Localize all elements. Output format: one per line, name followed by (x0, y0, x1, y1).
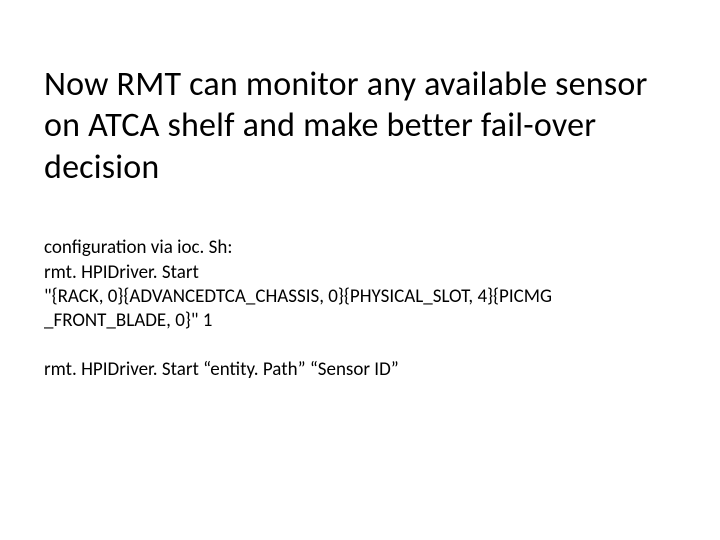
config-cmd1-line2: "{RACK, 0}{ADVANCEDTCA_CHASSIS, 0}{PHYSI… (44, 285, 676, 309)
slide: Now RMT can monitor any available sensor… (0, 0, 720, 540)
config-cmd2-line: rmt. HPIDriver. Start “entity. Path” “Se… (44, 358, 676, 382)
config-intro-line: configuration via ioc. Sh: (44, 236, 676, 260)
config-usage-block: rmt. HPIDriver. Start “entity. Path” “Se… (44, 358, 676, 382)
config-cmd1-line1: rmt. HPIDriver. Start (44, 261, 676, 285)
slide-title: Now RMT can monitor any available sensor… (44, 64, 676, 188)
config-block: configuration via ioc. Sh: rmt. HPIDrive… (44, 236, 676, 333)
config-cmd1-line3: _FRONT_BLADE, 0}" 1 (44, 309, 676, 333)
